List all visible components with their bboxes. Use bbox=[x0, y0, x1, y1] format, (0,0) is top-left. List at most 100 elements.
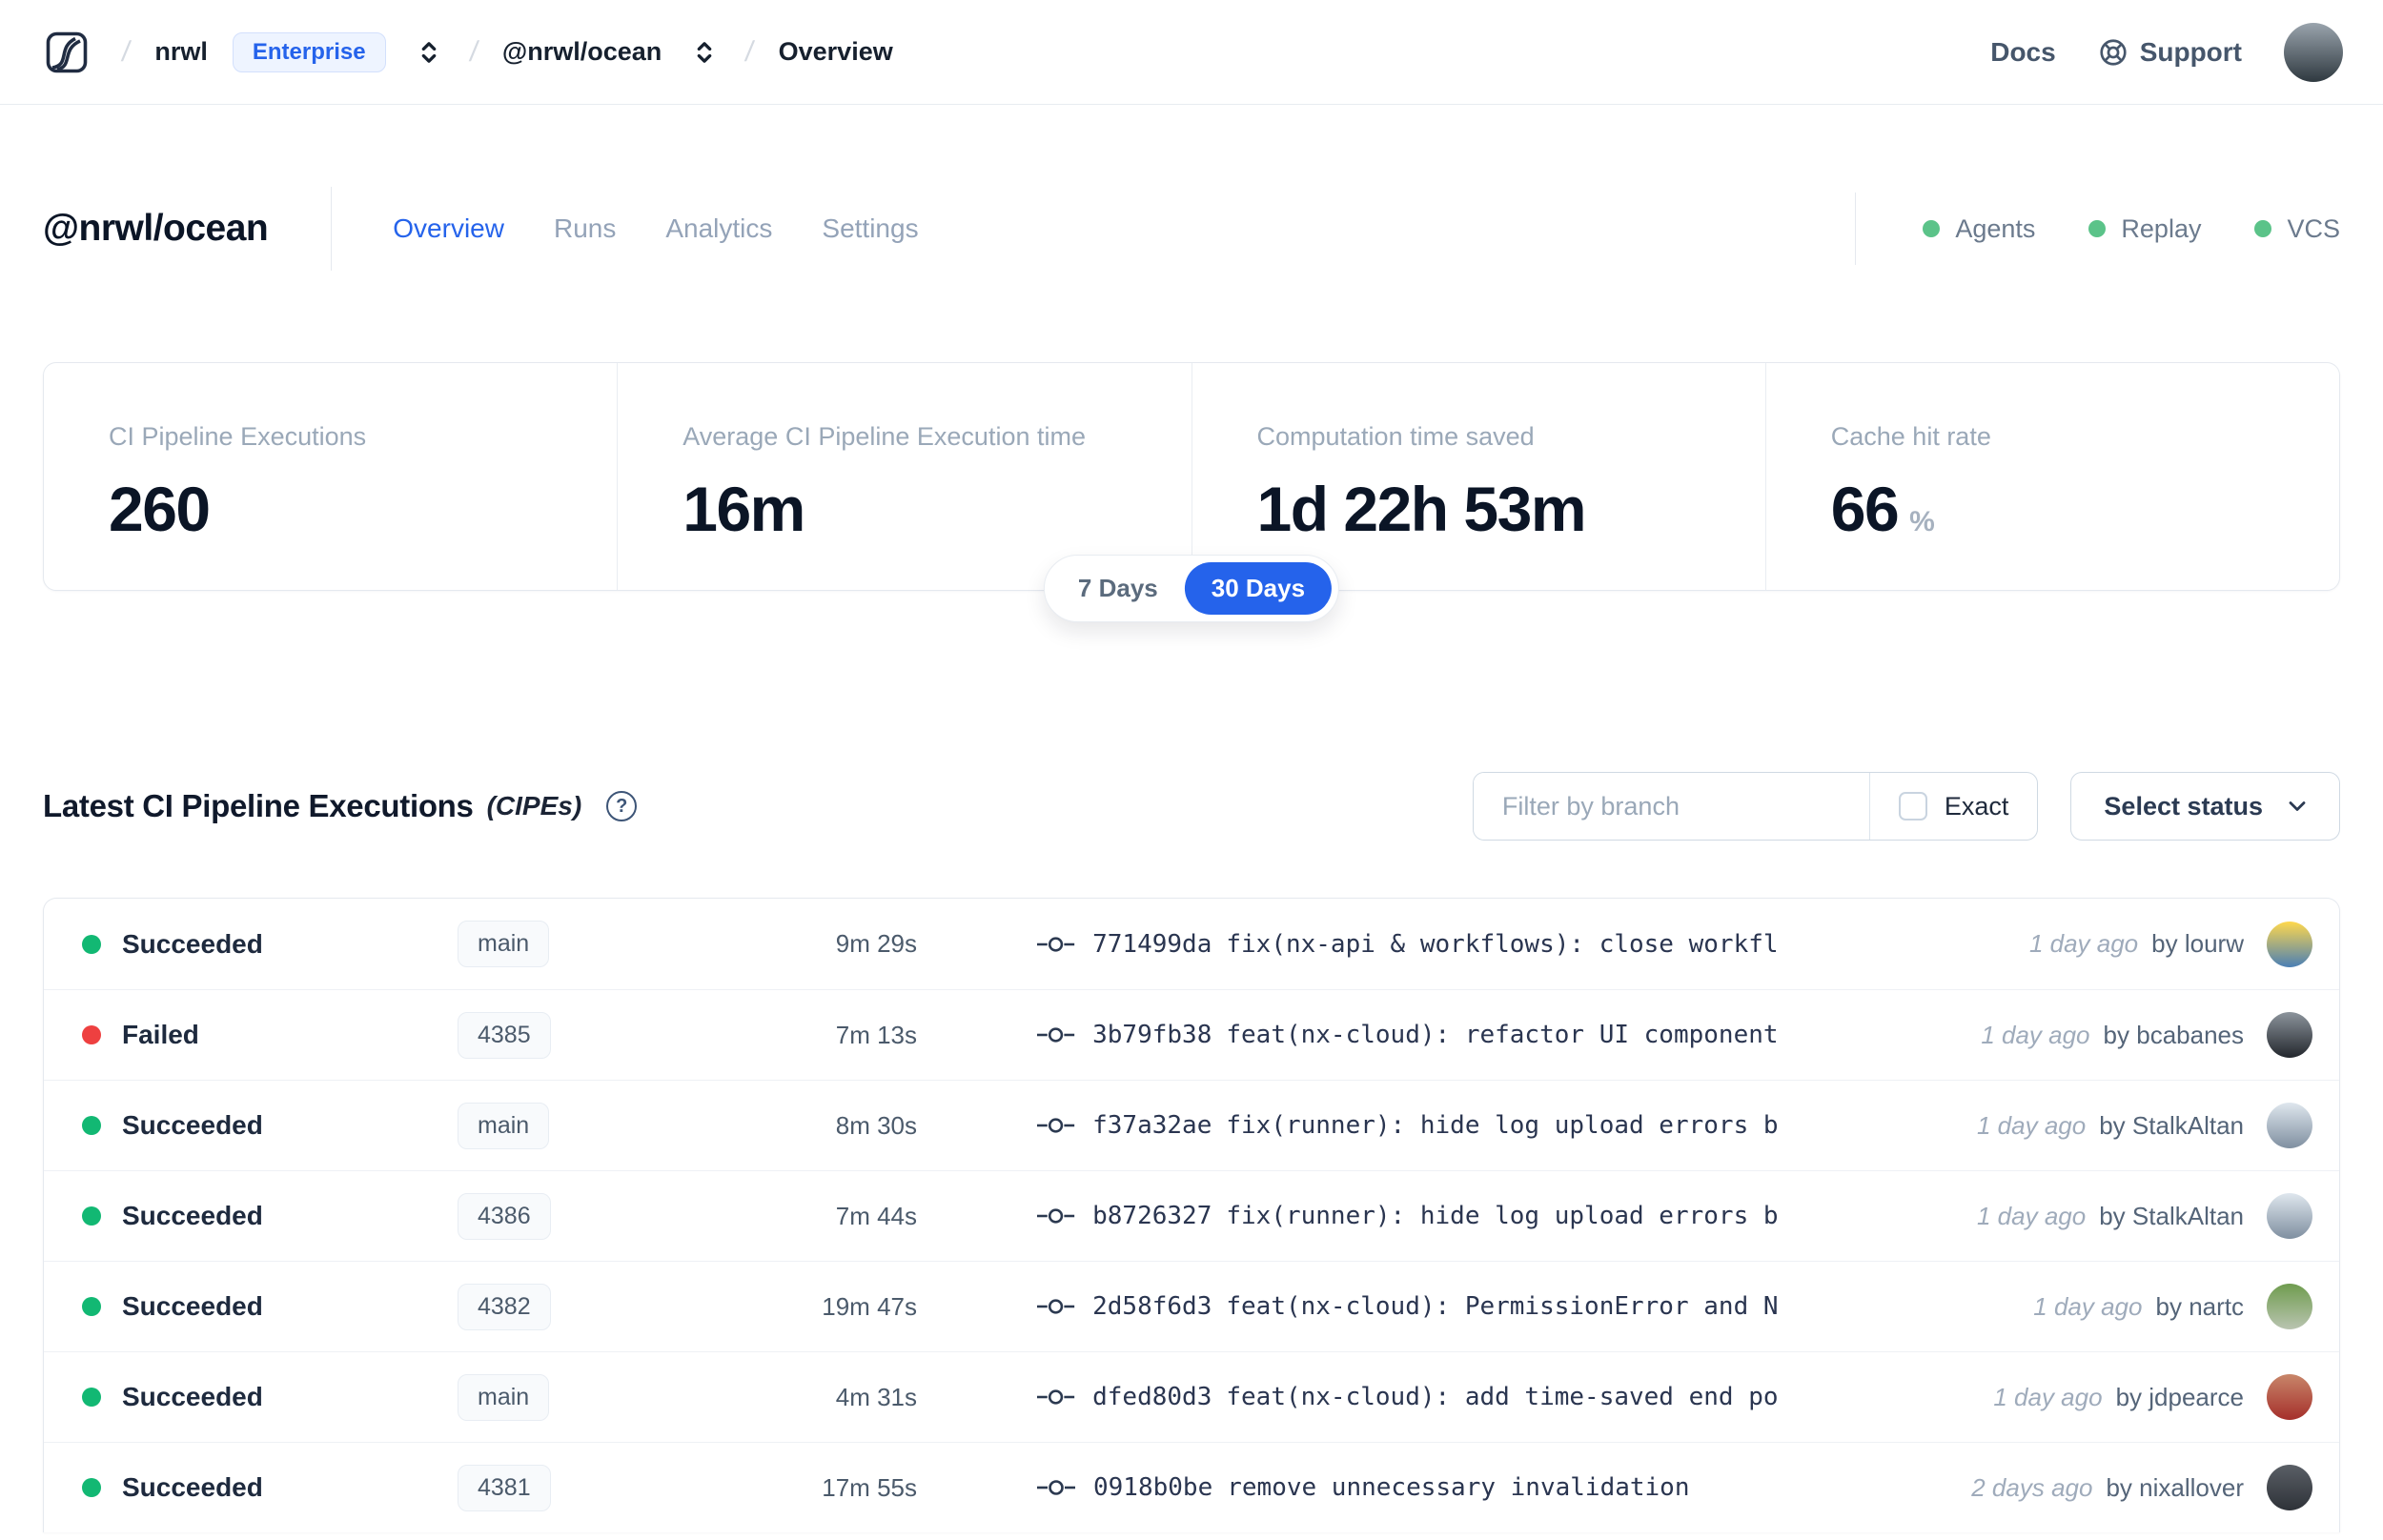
user-avatar[interactable] bbox=[2284, 22, 2343, 82]
duration: 4m 31s bbox=[835, 1382, 917, 1411]
tab-settings[interactable]: Settings bbox=[822, 213, 918, 244]
service-status-agents: Agents bbox=[1923, 214, 2035, 244]
branch-badge: 4382 bbox=[458, 1283, 551, 1330]
status-dot bbox=[82, 1297, 101, 1316]
stat-value: 16m bbox=[682, 474, 805, 544]
table-row[interactable]: Succeeded 4381 17m 55s 0918b0be remove un… bbox=[44, 1442, 2339, 1532]
nx-cloud-logo-icon[interactable] bbox=[46, 31, 88, 73]
divider bbox=[331, 187, 333, 271]
stat-label: Computation time saved bbox=[1256, 422, 1535, 451]
service-label: Replay bbox=[2121, 213, 2202, 243]
section-title: Latest CI Pipeline Executions bbox=[43, 788, 474, 823]
commit-message: 771499da fix(nx-api & workflows): close w… bbox=[1092, 929, 1779, 959]
commit-author: by StalkAltan bbox=[2099, 1110, 2244, 1140]
stat-label: Average CI Pipeline Execution time bbox=[682, 422, 1086, 451]
commit-author: by StalkAltan bbox=[2099, 1201, 2244, 1230]
time-ago: 2 days ago bbox=[1971, 1472, 2093, 1502]
breadcrumb-separator: / bbox=[743, 35, 757, 68]
workspace-switcher[interactable] bbox=[688, 36, 721, 69]
org-switcher[interactable] bbox=[413, 36, 445, 69]
commit-hash: 2d58f6d3 bbox=[1092, 1292, 1212, 1321]
section-subtitle: (CIPEs) bbox=[486, 791, 582, 821]
status-dot bbox=[82, 1116, 101, 1135]
support-label: Support bbox=[2139, 36, 2242, 67]
time-ago: 1 day ago bbox=[2033, 1291, 2143, 1321]
time-ago: 1 day ago bbox=[1993, 1382, 2103, 1411]
breadcrumb-workspace[interactable]: @nrwl/ocean bbox=[502, 37, 662, 67]
exact-toggle[interactable]: Exact bbox=[1868, 773, 2038, 840]
git-commit-icon bbox=[1036, 1299, 1075, 1314]
breadcrumb-page: Overview bbox=[778, 37, 893, 66]
time-ago: 1 day ago bbox=[2028, 929, 2139, 958]
status-label: Succeeded bbox=[122, 1291, 263, 1321]
page-title: @nrwl/ocean bbox=[43, 208, 269, 249]
commit-message: 3b79fb38 feat(nx-cloud): refactor UI comp… bbox=[1092, 1021, 1779, 1049]
git-commit-icon bbox=[1036, 1118, 1075, 1133]
status-label: Succeeded bbox=[122, 1382, 263, 1411]
commit-author: by nartc bbox=[2155, 1291, 2244, 1321]
commit-hash: 0918b0be bbox=[1093, 1473, 1213, 1502]
service-status-replay: Replay bbox=[2088, 214, 2201, 244]
stat-value: 260 bbox=[109, 474, 211, 544]
exact-checkbox[interactable] bbox=[1898, 792, 1927, 821]
branch-filter-input[interactable] bbox=[1473, 773, 1869, 840]
table-row[interactable]: Succeeded 4382 19m 47s 2d58f6d3 feat(nx-c… bbox=[44, 1261, 2339, 1351]
status-dot bbox=[2254, 220, 2272, 237]
status-label: Succeeded bbox=[122, 928, 263, 959]
commit-message: f37a32ae fix(runner): hide log upload err… bbox=[1092, 1111, 1779, 1140]
stat-value: 66% bbox=[1830, 474, 1935, 544]
status-dot bbox=[2088, 220, 2107, 237]
table-row[interactable]: Failed 4385 7m 13s 3b79fb38 feat(nx-cloud… bbox=[44, 989, 2339, 1080]
chevron-down-icon bbox=[2289, 801, 2306, 811]
range-option-30-days[interactable]: 30 Days bbox=[1184, 562, 1333, 615]
status-label: Succeeded bbox=[122, 1110, 263, 1140]
status-dot bbox=[82, 934, 101, 954]
status-label: Succeeded bbox=[122, 1472, 263, 1502]
tab-runs[interactable]: Runs bbox=[554, 213, 616, 244]
commit-author: by lourw bbox=[2151, 929, 2244, 958]
commit-author: by nixallover bbox=[2106, 1472, 2244, 1502]
time-ago: 1 day ago bbox=[1981, 1020, 2090, 1049]
tab-overview[interactable]: Overview bbox=[393, 213, 504, 244]
table-row[interactable]: Succeeded 4386 7m 44s b8726327 fix(runner… bbox=[44, 1170, 2339, 1261]
author-avatar bbox=[2267, 921, 2312, 967]
range-option-7-days[interactable]: 7 Days bbox=[1051, 562, 1185, 615]
table-row[interactable]: Succeeded main 9m 29s 771499da fix(nx-api… bbox=[44, 899, 2339, 989]
cipe-table: Succeeded main 9m 29s 771499da fix(nx-api… bbox=[43, 898, 2340, 1532]
top-nav: / nrwl Enterprise / @nrwl/ocean / Overvi… bbox=[0, 0, 2383, 105]
tab-analytics[interactable]: Analytics bbox=[665, 213, 772, 244]
status-dot bbox=[82, 1206, 101, 1226]
service-label: VCS bbox=[2287, 213, 2340, 243]
branch-badge: main bbox=[458, 1102, 550, 1149]
exact-label: Exact bbox=[1944, 791, 2009, 821]
status-dot bbox=[82, 1478, 101, 1497]
support-link[interactable]: Support bbox=[2098, 37, 2242, 68]
status-dot bbox=[82, 1388, 101, 1407]
status-select-label: Select status bbox=[2104, 791, 2263, 821]
commit-hash: f37a32ae bbox=[1092, 1111, 1212, 1140]
help-icon[interactable]: ? bbox=[606, 791, 638, 821]
duration: 17m 55s bbox=[822, 1472, 917, 1502]
service-status-vcs: VCS bbox=[2254, 214, 2340, 244]
branch-badge: 4386 bbox=[458, 1192, 551, 1240]
time-ago: 1 day ago bbox=[1977, 1201, 2087, 1230]
branch-badge: main bbox=[458, 1373, 550, 1421]
status-dot bbox=[82, 1025, 101, 1044]
chevron-up-down-icon bbox=[698, 41, 712, 63]
status-select-button[interactable]: Select status bbox=[2070, 772, 2340, 841]
chevron-up-down-icon bbox=[421, 41, 436, 63]
breadcrumb-org[interactable]: nrwl bbox=[154, 37, 208, 67]
stat-value: 1d 22h 53m bbox=[1256, 474, 1587, 544]
branch-badge: main bbox=[458, 921, 550, 967]
table-row[interactable]: Succeeded main 4m 31s dfed80d3 feat(nx-cl… bbox=[44, 1351, 2339, 1442]
service-label: Agents bbox=[1955, 213, 2036, 243]
author-avatar bbox=[2267, 1374, 2312, 1420]
commit-message: b8726327 fix(runner): hide log upload err… bbox=[1092, 1202, 1779, 1230]
author-avatar bbox=[2267, 1193, 2312, 1239]
author-avatar bbox=[2267, 1465, 2312, 1510]
commit-hash: dfed80d3 bbox=[1092, 1383, 1212, 1411]
docs-link[interactable]: Docs bbox=[1990, 37, 2055, 68]
commit-hash: b8726327 bbox=[1092, 1202, 1212, 1230]
status-label: Succeeded bbox=[122, 1201, 263, 1230]
table-row[interactable]: Succeeded main 8m 30s f37a32ae fix(runner… bbox=[44, 1080, 2339, 1170]
